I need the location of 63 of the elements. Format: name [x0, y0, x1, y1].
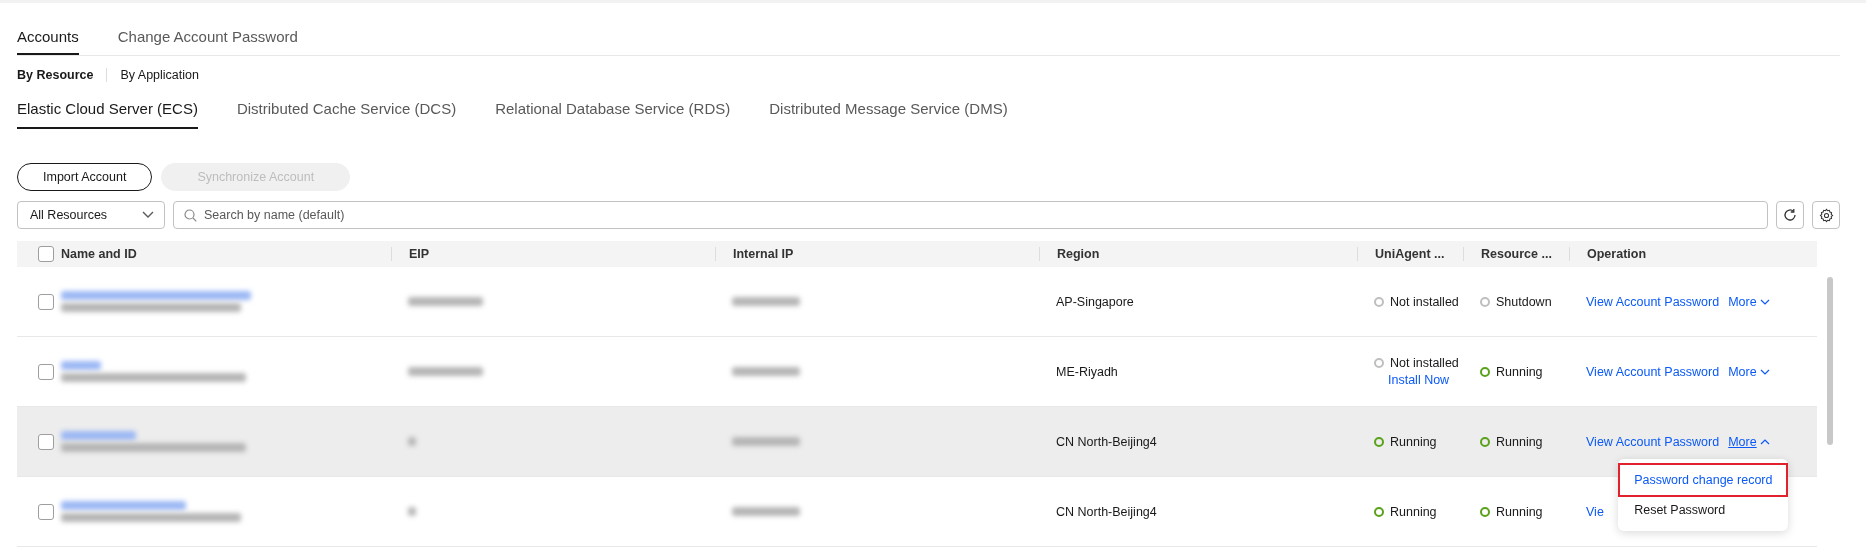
blurred-ip [732, 437, 800, 446]
menu-item[interactable]: Reset Password [1620, 494, 1787, 525]
refresh-button[interactable] [1776, 201, 1804, 229]
service-tab[interactable]: Distributed Cache Service (DCS) [236, 100, 457, 129]
status-text: Running [1496, 364, 1543, 379]
table-row[interactable]: AP-Singapore Not installed Shutdown View Account Password More [17, 267, 1817, 337]
blurred-ip [732, 507, 800, 516]
column-header: Operation [1569, 247, 1817, 261]
action-button[interactable]: Import Account [17, 163, 153, 191]
view-password-link[interactable]: View Account Password [1586, 294, 1720, 309]
row-checkbox[interactable] [38, 503, 54, 520]
refresh-icon [1783, 208, 1797, 222]
column-header: Name and ID [61, 247, 138, 261]
region-text: AP-Singapore [1055, 294, 1135, 309]
row-checkbox[interactable] [38, 433, 54, 450]
install-link[interactable]: Install Now [1388, 373, 1463, 387]
blurred-ip [408, 507, 416, 516]
column-header: Region [1039, 247, 1357, 261]
search-field[interactable]: Search by name (default) [173, 201, 1768, 229]
dropdown-value: All Resources [30, 208, 108, 222]
more-link[interactable]: More [1728, 434, 1770, 449]
scrollbar[interactable] [1827, 277, 1833, 445]
service-tab[interactable]: Distributed Message Service (DMS) [769, 100, 1008, 129]
chevron-down-icon [1759, 368, 1770, 375]
view-toggle[interactable]: By Application [106, 68, 212, 82]
more-link[interactable]: More [1728, 364, 1770, 379]
service-tab[interactable]: Elastic Cloud Server (ECS) [17, 100, 198, 129]
region-text: CN North-Beijing4 [1055, 504, 1158, 519]
blurred-name [61, 361, 101, 370]
settings-button[interactable] [1812, 201, 1840, 229]
view-password-link[interactable]: View Account Password [1586, 434, 1720, 449]
row-checkbox[interactable] [38, 363, 54, 380]
service-tab[interactable]: Relational Database Service (RDS) [495, 100, 731, 129]
chevron-down-icon [142, 211, 154, 219]
status-text: Running [1496, 434, 1543, 449]
more-link[interactable]: More [1728, 294, 1770, 309]
blurred-ip [732, 367, 800, 376]
status-text: Shutdown [1496, 294, 1552, 309]
chevron-up-icon [1759, 438, 1770, 445]
settings-icon [1818, 207, 1834, 223]
status-text: Running [1390, 504, 1437, 519]
column-header: UniAgent ... [1357, 247, 1463, 261]
view-password-link[interactable]: View Account Password [1586, 364, 1720, 379]
column-header: Resource ... [1463, 247, 1569, 261]
status-text: Not installed [1390, 356, 1459, 370]
blurred-ip [408, 437, 416, 446]
chevron-down-icon [1759, 298, 1770, 305]
status-text: Not installed [1390, 294, 1459, 309]
tab[interactable]: Accounts [17, 28, 79, 55]
column-header: Internal IP [715, 247, 1039, 261]
blurred-ip [732, 297, 800, 306]
status-text: Running [1496, 504, 1543, 519]
tab[interactable]: Change Account Password [117, 28, 298, 55]
view-password-link[interactable]: Vie [1586, 504, 1604, 519]
search-icon [184, 209, 197, 222]
region-text: CN North-Beijing4 [1055, 434, 1158, 449]
region-text: ME-Riyadh [1055, 364, 1119, 379]
view-toggle[interactable]: By Resource [17, 68, 107, 82]
resource-dropdown[interactable]: All Resources [17, 201, 165, 229]
row-checkbox[interactable] [38, 293, 54, 310]
column-header: EIP [391, 247, 715, 261]
select-all-checkbox[interactable] [38, 246, 54, 262]
status-text: Running [1390, 434, 1437, 449]
